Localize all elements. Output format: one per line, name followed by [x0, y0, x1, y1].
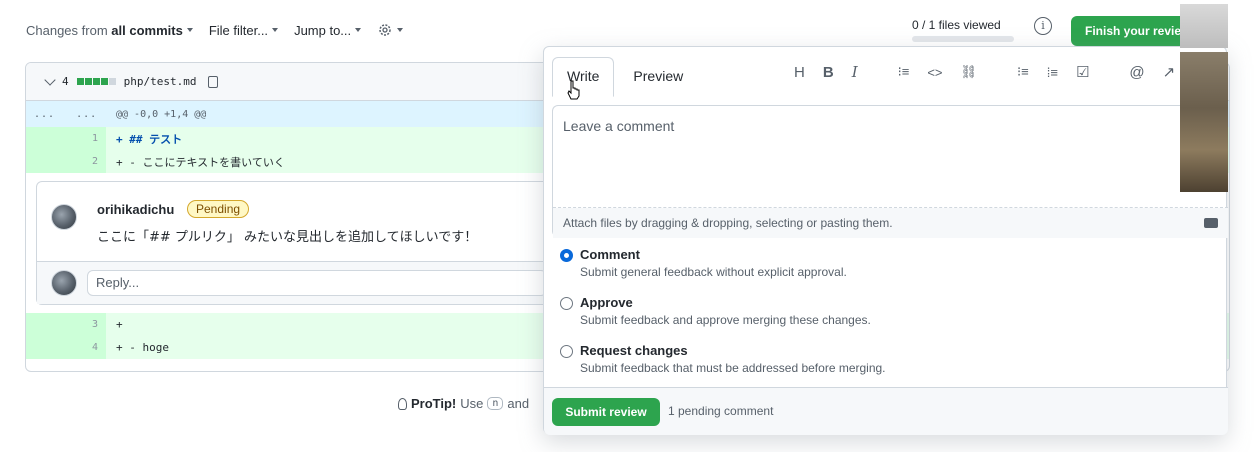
reply-input[interactable]: Reply... — [87, 270, 547, 296]
task-list-icon[interactable]: ☑ — [1076, 63, 1089, 81]
diffstat — [76, 78, 116, 85]
diff-settings-button[interactable] — [377, 22, 404, 38]
chevron-down-icon — [186, 28, 193, 32]
pending-comment-count: 1 pending comment — [668, 404, 774, 418]
tab-preview[interactable]: Preview — [618, 57, 698, 97]
tab-write[interactable]: Write — [552, 57, 615, 97]
mention-icon[interactable]: @ — [1129, 64, 1144, 81]
diffstat-added-block — [100, 78, 108, 85]
hand-cursor-icon — [567, 80, 580, 100]
bulleted-list-icon[interactable]: ⁝≡ — [1017, 64, 1029, 80]
file-change-count: 4 — [62, 75, 69, 88]
files-viewed-label: 0 / 1 files viewed — [912, 18, 1001, 32]
review-popover: Write Preview H B I ⁝≡ <> ⛓ ⁝≡ ⁞≡ ☑ @ ↗ … — [543, 46, 1228, 435]
finish-review-button[interactable]: Finish your revie — [1071, 16, 1191, 46]
avatar[interactable] — [51, 204, 77, 230]
comment-body: ここに「## プルリク」 みたいな見出しを追加してほしいです！ — [97, 230, 478, 245]
option-title: Request changes — [580, 343, 688, 358]
submit-review-button[interactable]: Submit review — [552, 398, 660, 426]
toolbar-left: Changes from all commits File filter... … — [26, 22, 404, 38]
webcam-overlay-top — [1180, 4, 1228, 48]
protip-tail: and — [507, 396, 530, 411]
heading-icon[interactable]: H — [794, 64, 805, 81]
option-title: Approve — [580, 295, 633, 310]
avatar — [51, 270, 77, 296]
changes-from-label: Changes from — [26, 22, 108, 38]
file-path[interactable]: php/test.md — [124, 75, 197, 88]
diffstat-added-block — [84, 78, 92, 85]
markdown-icon[interactable] — [1204, 218, 1218, 228]
radio-request-changes[interactable] — [560, 345, 573, 358]
jump-to-select[interactable]: Jump to... — [294, 22, 362, 38]
gear-icon — [379, 24, 391, 36]
file-filter-label: File filter... — [208, 22, 269, 38]
hunk-dots-left: ... — [34, 108, 56, 120]
line-code-text: + ## テスト — [116, 132, 183, 146]
diffstat-added-block — [92, 78, 100, 85]
line-code: + - ここにテキストを書いていく — [116, 155, 285, 169]
line-code: + - hoge — [116, 341, 169, 354]
light-bulb-icon — [398, 397, 407, 410]
line-code: + — [116, 318, 123, 331]
bold-icon[interactable]: B — [823, 64, 834, 81]
hunk-header: @@ -0,0 +1,4 @@ — [116, 108, 207, 120]
quote-icon[interactable]: ⁝≡ — [898, 64, 910, 80]
option-desc: Submit feedback that must be addressed b… — [580, 361, 886, 375]
reference-icon[interactable]: ↗ — [1163, 63, 1176, 81]
review-footer: Submit review 1 pending comment — [544, 387, 1228, 435]
commit-range-select[interactable]: Changes from all commits — [26, 23, 193, 38]
diffstat-added-block — [76, 78, 84, 85]
comment-author[interactable]: orihikadichu — [97, 202, 174, 217]
diffstat-neutral-block — [108, 78, 116, 85]
copy-icon[interactable] — [208, 75, 219, 88]
hunk-dots-right: ... — [76, 108, 98, 120]
comment-textarea[interactable]: Leave a comment — [553, 106, 1228, 208]
chevron-down-icon — [397, 28, 404, 32]
chevron-down-icon — [272, 28, 279, 32]
protip-text: Use — [460, 396, 484, 411]
file-filter-select[interactable]: File filter... — [208, 22, 279, 38]
radio-comment[interactable] — [560, 249, 573, 262]
line-number[interactable]: 3 — [26, 313, 106, 336]
line-number[interactable]: 2 — [26, 150, 106, 173]
protip: ProTip! Use n and — [398, 396, 529, 411]
line-number[interactable]: 4 — [26, 336, 106, 359]
numbered-list-icon[interactable]: ⁞≡ — [1047, 65, 1058, 80]
attach-files-text: Attach files by dragging & dropping, sel… — [563, 216, 893, 230]
option-desc: Submit general feedback without explicit… — [580, 265, 847, 279]
line-number[interactable]: 1 — [26, 127, 106, 150]
webcam-overlay — [1180, 52, 1228, 192]
option-desc: Submit feedback and approve merging thes… — [580, 313, 871, 327]
files-viewed-progress — [912, 36, 1014, 42]
collapse-chevron-icon[interactable] — [44, 73, 56, 86]
info-icon[interactable]: i — [1034, 17, 1052, 35]
pending-badge: Pending — [187, 200, 250, 218]
jump-to-label: Jump to... — [294, 22, 352, 38]
code-icon[interactable]: <> — [927, 65, 942, 80]
radio-approve[interactable] — [560, 297, 573, 310]
protip-label: ProTip! — [411, 396, 457, 411]
attach-files-bar[interactable]: Attach files by dragging & dropping, sel… — [553, 208, 1228, 238]
format-toolbar: H B I ⁝≡ <> ⛓ ⁝≡ ⁞≡ ☑ @ ↗ — [794, 63, 1175, 81]
comment-editor: Leave a comment Attach files by dragging… — [552, 105, 1228, 238]
protip-key: n — [487, 397, 504, 410]
commit-range-value: all commits — [111, 22, 183, 38]
italic-icon[interactable]: I — [852, 63, 858, 81]
line-code: + ## テスト — [106, 131, 182, 147]
chevron-down-icon — [355, 28, 362, 32]
option-title: Comment — [580, 247, 640, 262]
link-icon[interactable]: ⛓ — [961, 64, 978, 80]
expand-dots[interactable]: ... ... — [26, 109, 106, 120]
